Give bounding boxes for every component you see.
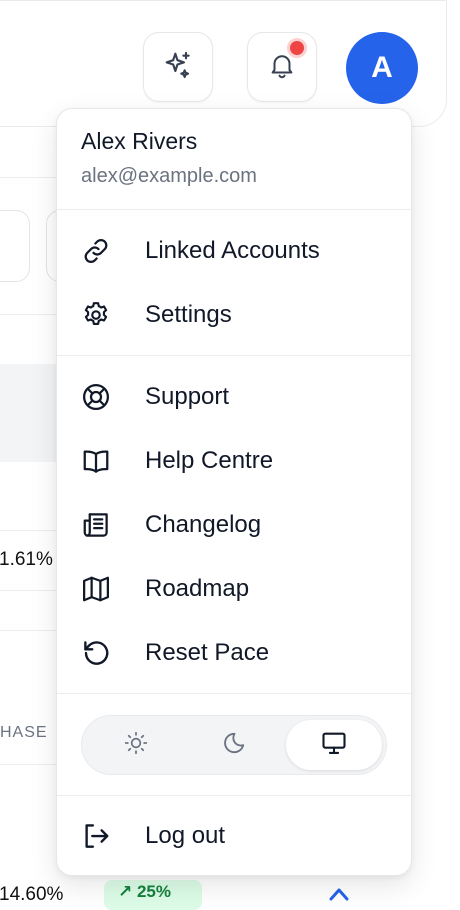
notification-dot	[290, 41, 304, 55]
stat-value: 14.60%	[0, 884, 64, 905]
divider	[0, 764, 60, 765]
menu-item-label: Roadmap	[145, 575, 250, 602]
theme-dark-button[interactable]	[186, 720, 282, 770]
menu-item-support[interactable]: Support	[57, 368, 411, 426]
moon-icon	[221, 730, 247, 761]
divider	[57, 209, 411, 210]
user-avatar-button[interactable]: A	[346, 32, 418, 104]
theme-toggle	[81, 715, 387, 775]
sparkles-icon	[162, 49, 194, 86]
menu-item-label: Changelog	[145, 511, 262, 538]
column-header: HASE	[0, 724, 48, 741]
stat-value: 1.61%	[0, 549, 53, 570]
menu-item-label: Reset Pace	[145, 639, 270, 666]
divider	[57, 355, 411, 356]
rotate-ccw-icon	[81, 638, 111, 668]
user-email: alex@example.com	[81, 165, 257, 187]
toolbar-button[interactable]	[0, 210, 30, 282]
menu-item-settings[interactable]: Settings	[57, 286, 411, 344]
divider	[57, 795, 411, 796]
user-menu: Alex Rivers alex@example.com Linked Acco…	[56, 108, 412, 876]
user-name: Alex Rivers	[81, 128, 198, 154]
log-out-icon	[81, 821, 111, 851]
book-open-icon	[81, 446, 111, 476]
menu-item-label: Log out	[145, 822, 226, 849]
divider	[0, 177, 60, 178]
divider	[57, 693, 411, 694]
notifications-button[interactable]	[247, 32, 317, 102]
menu-item-changelog[interactable]: Changelog	[57, 496, 411, 554]
divider	[0, 314, 60, 315]
monitor-icon	[320, 729, 348, 762]
divider	[0, 530, 60, 531]
map-icon	[81, 574, 111, 604]
ai-assistant-button[interactable]	[143, 32, 213, 102]
caret-up-icon[interactable]	[328, 884, 350, 907]
menu-item-label: Linked Accounts	[145, 237, 320, 264]
newspaper-icon	[81, 510, 111, 540]
menu-item-linked-accounts[interactable]: Linked Accounts	[57, 222, 411, 280]
sun-icon	[123, 730, 149, 761]
theme-light-button[interactable]	[88, 720, 184, 770]
menu-item-help-centre[interactable]: Help Centre	[57, 432, 411, 490]
bell-icon	[267, 50, 297, 85]
menu-item-label: Help Centre	[145, 447, 274, 474]
divider	[0, 630, 60, 631]
menu-item-roadmap[interactable]: Roadmap	[57, 560, 411, 618]
table-header-cell	[0, 364, 62, 462]
menu-item-label: Settings	[145, 301, 232, 328]
divider	[0, 590, 60, 591]
lifebuoy-icon	[81, 382, 111, 412]
menu-item-logout[interactable]: Log out	[57, 807, 411, 865]
gear-icon	[81, 300, 111, 330]
theme-system-button[interactable]	[286, 720, 382, 770]
menu-item-reset-pace[interactable]: Reset Pace	[57, 624, 411, 682]
link-icon	[81, 236, 111, 266]
change-badge: ↗ 25%	[104, 880, 202, 910]
menu-item-label: Support	[145, 383, 230, 410]
